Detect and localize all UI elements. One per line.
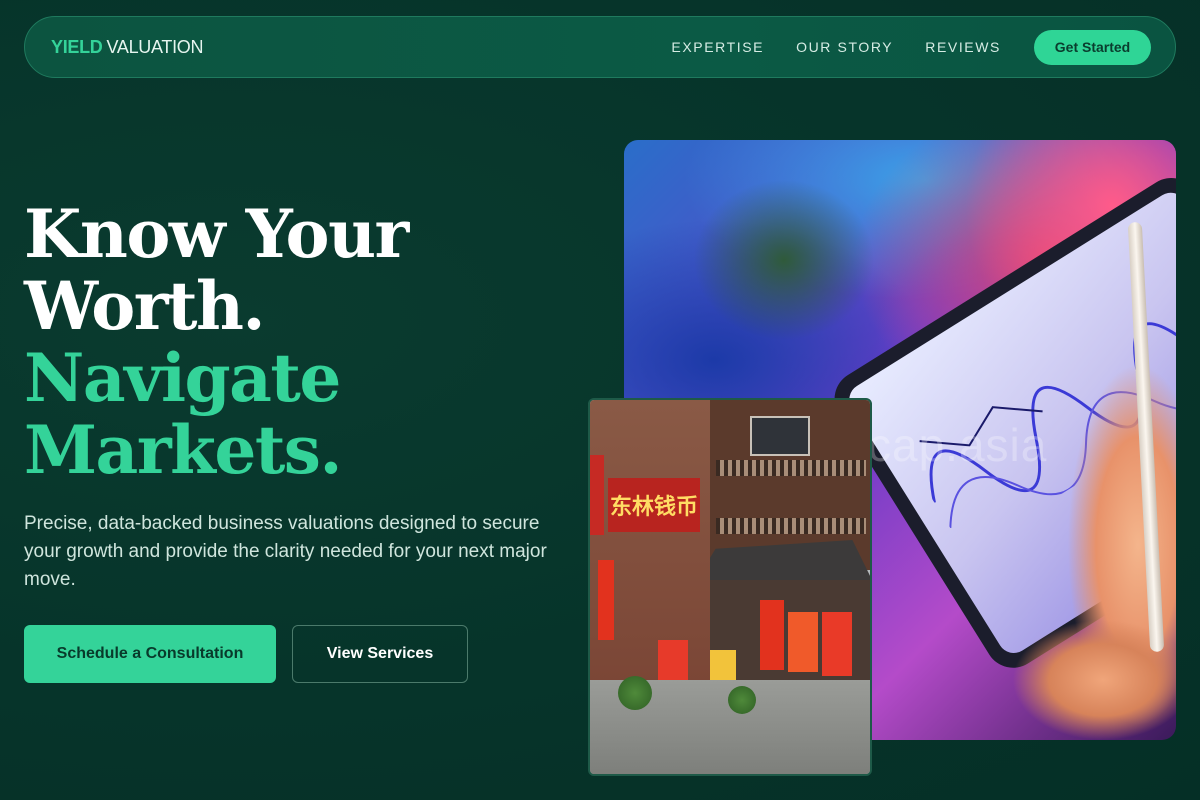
shop-poster: [822, 612, 852, 676]
nav-link-expertise[interactable]: EXPERTISE: [671, 39, 764, 55]
shop-poster: [788, 612, 818, 672]
brand-yield-text: YIELD: [51, 36, 103, 57]
top-nav: YIELD VALUATION EXPERTISE OUR STORY REVI…: [24, 16, 1176, 78]
hero-subtext: Precise, data-backed business valuations…: [24, 513, 547, 590]
watermark-text: cap.asia: [868, 419, 1048, 471]
get-started-button[interactable]: Get Started: [1034, 29, 1151, 65]
schedule-consultation-button[interactable]: Schedule a Consultation: [24, 625, 276, 683]
headline-line-2: Worth.: [24, 267, 265, 345]
nav-link-reviews[interactable]: REVIEWS: [925, 39, 1001, 55]
view-services-button[interactable]: View Services: [292, 625, 468, 683]
headline-line-1: Know Your: [24, 195, 409, 273]
balcony-lattice-lower: [716, 518, 866, 534]
potted-plant: [728, 686, 756, 714]
balcony-lattice: [716, 460, 866, 476]
headline-line-4: Markets.: [24, 411, 342, 489]
page: YIELD VALUATION EXPERTISE OUR STORY REVI…: [0, 0, 1200, 800]
headline-line-3: Navigate: [24, 339, 341, 417]
potted-plant: [618, 676, 652, 710]
brand-logo[interactable]: YIELD VALUATION: [51, 37, 203, 58]
left-shop-building: [590, 400, 710, 700]
shop-poster: [598, 560, 614, 640]
nav-links: EXPERTISE OUR STORY REVIEWS Get Started: [639, 29, 1151, 65]
nav-link-our-story[interactable]: OUR STORY: [796, 39, 893, 55]
street-shop-photo: 东林钱币: [588, 398, 872, 776]
left-vertical-sign: [590, 455, 604, 535]
shop-sign: 东林钱币: [608, 478, 700, 532]
shop-poster: [760, 600, 784, 670]
brand-valuation-text: VALUATION: [106, 36, 204, 57]
building-window: [750, 416, 810, 456]
hero-headline: Know Your Worth. Navigate Markets.: [24, 195, 409, 489]
